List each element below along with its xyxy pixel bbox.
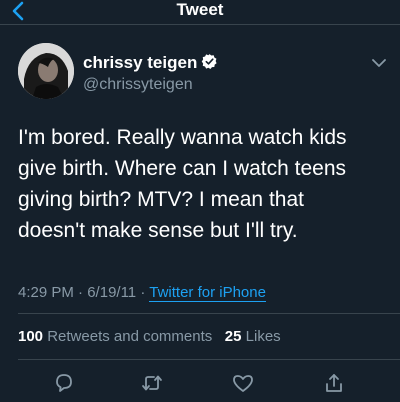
likes-stat[interactable]: 25 Likes [225, 328, 281, 345]
top-navigation-bar: Tweet [0, 0, 400, 25]
meta-separator: · [140, 284, 146, 301]
retweet-button[interactable] [140, 371, 164, 395]
profile-photo [18, 43, 74, 99]
author-handle[interactable]: @chrissyteigen [83, 75, 193, 95]
retweets-count: 100 [18, 328, 44, 345]
verified-badge-icon [202, 54, 217, 69]
likes-label: Likes [245, 328, 281, 345]
retweets-label: Retweets and comments [47, 328, 213, 345]
share-icon [326, 374, 342, 392]
retweets-stat[interactable]: 100 Retweets and comments [18, 328, 212, 345]
divider [18, 313, 400, 314]
divider [18, 359, 400, 360]
heart-icon [233, 375, 253, 392]
tweet-time: 4:29 PM [18, 284, 74, 301]
avatar[interactable] [18, 43, 74, 99]
tweet-text: I'm bored. Really wanna watch kids give … [18, 126, 347, 242]
tweet-metadata: 4:29 PM · 6/19/11 · Twitter for iPhone [18, 284, 266, 302]
comment-icon [56, 374, 72, 392]
chevron-down-icon [372, 59, 386, 67]
meta-separator: · [78, 284, 84, 301]
page-title: Tweet [176, 0, 224, 19]
tweet-author: chrissy teigen @chrissyteigen [18, 43, 388, 103]
retweet-icon [142, 375, 162, 391]
likes-count: 25 [224, 328, 242, 345]
tweet-source-link[interactable]: Twitter for iPhone [149, 284, 266, 302]
tweet-options-button[interactable] [370, 54, 388, 72]
author-name-text: chrissy teigen [83, 53, 198, 72]
share-button[interactable] [322, 371, 346, 395]
tweet-date: 6/19/11 [87, 284, 137, 301]
author-name[interactable]: chrissy teigen [83, 53, 218, 73]
reply-button[interactable] [52, 371, 76, 395]
like-button[interactable] [231, 371, 255, 395]
tweet-stats: 100 Retweets and comments 25 Likes [18, 328, 281, 346]
